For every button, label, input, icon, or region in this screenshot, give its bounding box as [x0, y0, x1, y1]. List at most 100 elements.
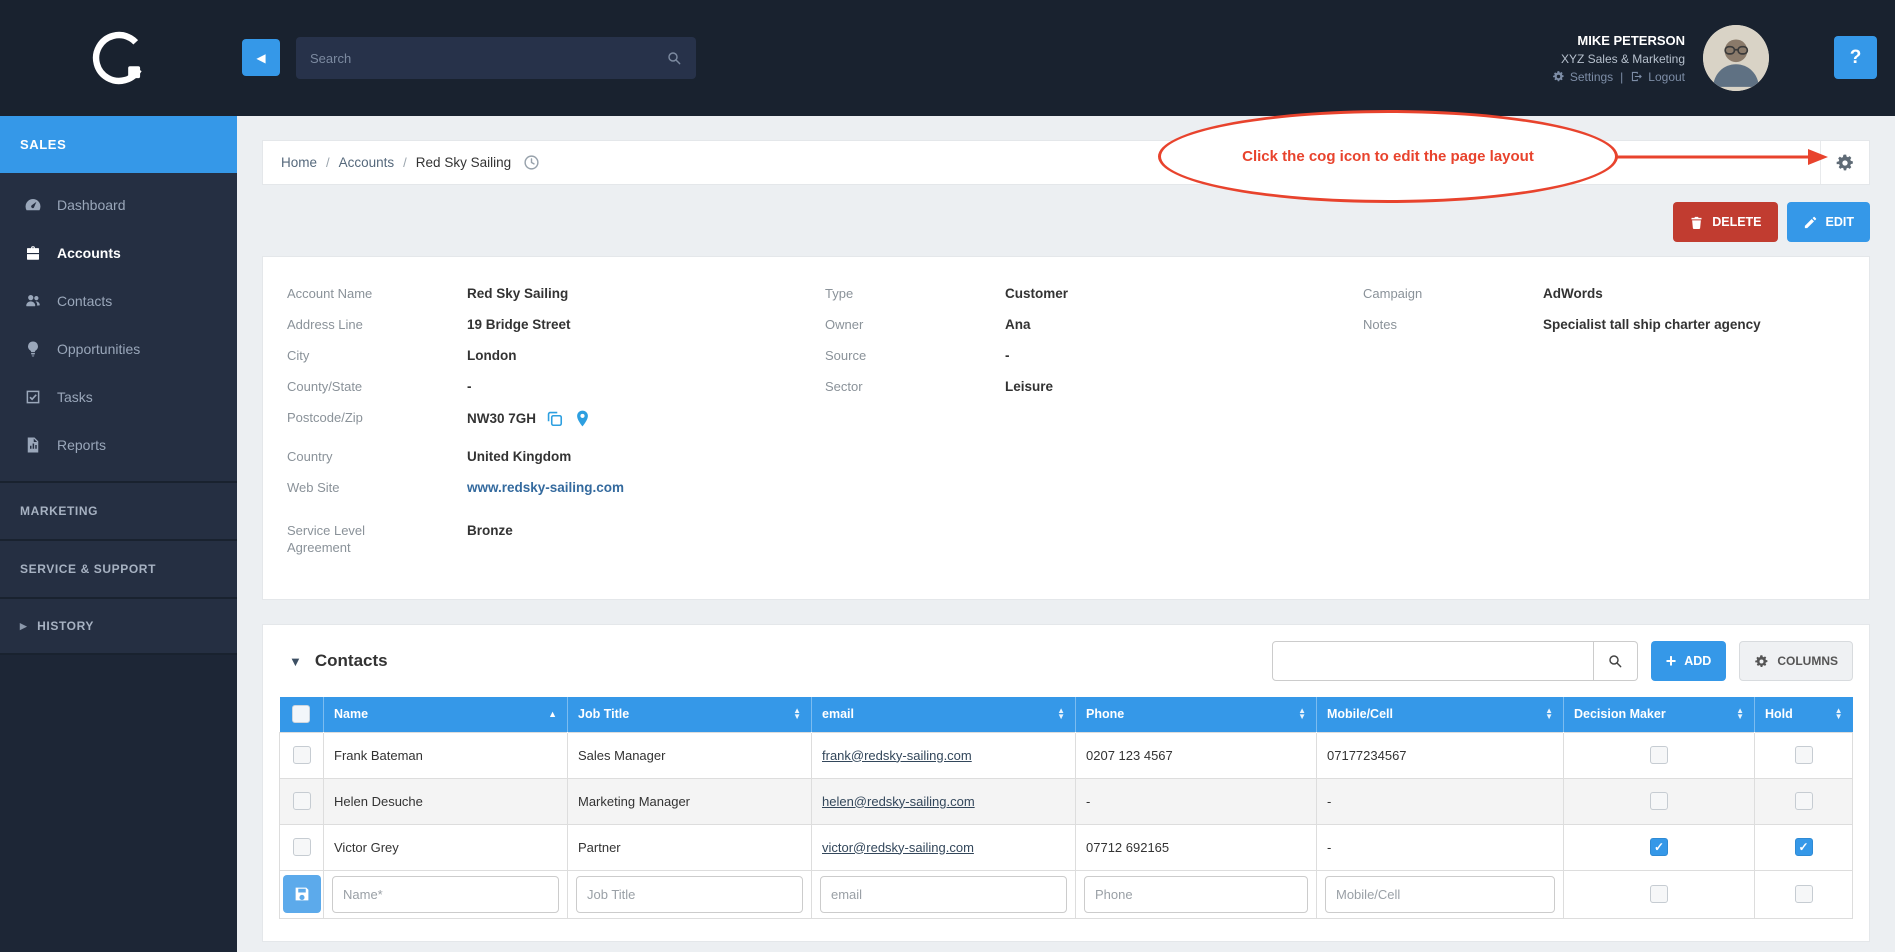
contacts-toolbar: + ADD COLUMNS: [1271, 641, 1853, 681]
field-label: Account Name: [287, 286, 373, 301]
help-button[interactable]: ?: [1834, 36, 1877, 79]
clock-icon[interactable]: [523, 154, 540, 171]
sidebar-section-marketing[interactable]: MARKETING: [0, 481, 237, 539]
user-org: XYZ Sales & Marketing: [1560, 51, 1685, 66]
new-contact-row: [279, 869, 1853, 919]
sidebar-collapse-button[interactable]: ◀: [242, 39, 280, 76]
breadcrumb-accounts[interactable]: Accounts: [339, 155, 395, 170]
sidebar-item-dashboard[interactable]: Dashboard: [0, 181, 237, 229]
field-address-line: Address Line 19 Bridge Street: [287, 316, 825, 333]
users-icon: [24, 292, 42, 310]
field-service-level-agreement: Service Level Agreement Bronze: [287, 522, 825, 556]
sidebar-item-reports[interactable]: Reports: [0, 421, 237, 469]
sidebar-section-service-support[interactable]: SERVICE & SUPPORT: [0, 539, 237, 597]
sidebar-section-sales[interactable]: SALES: [0, 116, 237, 173]
pencil-icon: [1803, 215, 1818, 230]
new-contact-phone-input[interactable]: [1084, 875, 1308, 913]
column-header-name[interactable]: Name ▲: [323, 697, 568, 732]
sort-icon: ▲ ▼: [793, 705, 801, 722]
search-input[interactable]: [310, 50, 666, 66]
new-contact-job-input[interactable]: [576, 875, 803, 913]
logout-icon: [1630, 70, 1643, 83]
field-type: Type Customer: [825, 285, 1363, 302]
copy-icon[interactable]: [545, 409, 564, 428]
field-account-name: Account Name Red Sky Sailing: [287, 285, 825, 302]
field-city: City London: [287, 347, 825, 364]
select-all-header[interactable]: [279, 697, 324, 732]
contacts-search-button[interactable]: [1593, 641, 1638, 681]
row-checkbox[interactable]: [292, 746, 311, 764]
hold-checkbox[interactable]: [1794, 838, 1813, 856]
column-header-phone[interactable]: Phone ▲ ▼: [1075, 697, 1317, 732]
add-contact-button[interactable]: + ADD: [1650, 641, 1727, 681]
decision-maker-checkbox[interactable]: [1650, 746, 1668, 764]
columns-button[interactable]: COLUMNS: [1739, 641, 1853, 681]
column-header-mobile[interactable]: Mobile/Cell ▲ ▼: [1316, 697, 1564, 732]
field-county-state: County/State -: [287, 378, 825, 395]
annotation-arrow: [1616, 149, 1828, 165]
decision-maker-checkbox[interactable]: [1650, 885, 1668, 903]
app-logo[interactable]: [0, 0, 237, 116]
save-contact-button[interactable]: [282, 875, 321, 913]
field-label: Sector: [825, 379, 863, 394]
row-checkbox[interactable]: [292, 838, 311, 856]
table-row: Frank Bateman Sales Manager frank@redsky…: [279, 731, 1853, 779]
delete-button[interactable]: DELETE: [1673, 202, 1778, 242]
new-contact-mobile-input[interactable]: [1325, 875, 1555, 913]
sidebar-item-opportunities[interactable]: Opportunities: [0, 325, 237, 373]
field-value: Customer: [1005, 286, 1069, 301]
sidebar-section-service-label: SERVICE & SUPPORT: [20, 562, 157, 576]
email-link[interactable]: victor@redsky-sailing.com: [822, 840, 974, 855]
breadcrumb-home[interactable]: Home: [281, 155, 317, 170]
account-fields-column-1: Account Name Red Sky Sailing Address Lin…: [287, 285, 825, 575]
cell-mobile: -: [1316, 823, 1564, 871]
new-contact-name-input[interactable]: [332, 875, 559, 913]
sort-icon: ▲ ▼: [1736, 705, 1744, 722]
sidebar-section-history[interactable]: ▸ HISTORY: [0, 597, 237, 655]
hold-checkbox[interactable]: [1794, 746, 1813, 764]
hold-checkbox[interactable]: [1794, 792, 1813, 810]
field-label: Country: [287, 449, 333, 464]
global-search: [296, 37, 696, 79]
column-header-hold[interactable]: Hold ▲ ▼: [1754, 697, 1853, 732]
chevron-left-icon: ◀: [256, 50, 266, 65]
annotation-text: Click the cog icon to edit the page layo…: [1242, 147, 1534, 165]
edit-label: EDIT: [1825, 215, 1854, 229]
map-pin-icon[interactable]: [573, 409, 592, 428]
table-header-row: Name ▲ Job Title ▲ ▼ email ▲ ▼ Phone ▲ ▼ Mobile…: [279, 697, 1853, 732]
column-label: email: [822, 707, 854, 722]
settings-link[interactable]: Settings: [1552, 70, 1613, 84]
sidebar-item-tasks[interactable]: Tasks: [0, 373, 237, 421]
column-header-job-title[interactable]: Job Title ▲ ▼: [567, 697, 812, 732]
contacts-search-input[interactable]: [1271, 641, 1594, 681]
logout-link[interactable]: Logout: [1630, 70, 1685, 84]
column-label: Job Title: [578, 707, 630, 722]
report-icon: [24, 436, 42, 454]
field-label: Notes: [1363, 317, 1397, 332]
field-campaign: Campaign AdWords: [1363, 285, 1845, 302]
cell-mobile: 07177234567: [1316, 731, 1564, 779]
column-header-email[interactable]: email ▲ ▼: [811, 697, 1076, 732]
field-web-site: Web Site www.redsky-sailing.com: [287, 479, 825, 496]
row-checkbox[interactable]: [292, 792, 311, 810]
column-header-decision-maker[interactable]: Decision Maker ▲ ▼: [1563, 697, 1755, 732]
new-contact-email-input[interactable]: [820, 875, 1067, 913]
select-all-checkbox[interactable]: [292, 705, 311, 724]
sidebar-item-accounts[interactable]: Accounts: [0, 229, 237, 277]
decision-maker-checkbox[interactable]: [1650, 792, 1668, 810]
website-link[interactable]: www.redsky-sailing.com: [467, 479, 624, 496]
columns-label: COLUMNS: [1777, 654, 1838, 668]
avatar[interactable]: [1703, 25, 1769, 91]
email-link[interactable]: frank@redsky-sailing.com: [822, 748, 972, 763]
sidebar-item-contacts[interactable]: Contacts: [0, 277, 237, 325]
annotation-callout: Click the cog icon to edit the page layo…: [1158, 110, 1618, 203]
edit-button[interactable]: EDIT: [1786, 202, 1870, 242]
collapse-caret-icon[interactable]: ▼: [289, 654, 302, 669]
avatar-image: [1703, 25, 1769, 91]
logo-icon: [92, 31, 145, 85]
hold-checkbox[interactable]: [1794, 885, 1813, 903]
column-label: Mobile/Cell: [1327, 707, 1393, 722]
breadcrumb-separator: /: [403, 155, 407, 170]
decision-maker-checkbox[interactable]: [1650, 838, 1668, 856]
email-link[interactable]: helen@redsky-sailing.com: [822, 794, 975, 809]
